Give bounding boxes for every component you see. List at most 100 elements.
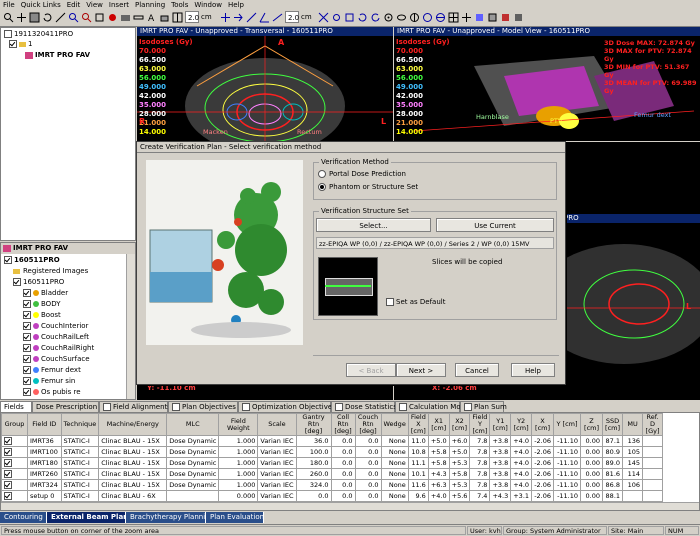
set-default-option[interactable]: Set as Default	[386, 298, 445, 306]
transversal-view[interactable]: IMRT PRO FAV - Unapproved - Transversal …	[137, 27, 393, 141]
table-row[interactable]: IMRT100 STATIC-I Clinac BLAU - 15X Dose Dyn…	[1, 446, 664, 458]
ruler-icon[interactable]	[133, 12, 144, 23]
structure-checkbox[interactable]	[23, 366, 31, 374]
tab-checkbox[interactable]	[464, 403, 472, 411]
column-header[interactable]: Y2 [cm]	[510, 413, 533, 436]
measure-icon[interactable]	[55, 12, 66, 23]
portal-dose-option[interactable]: Portal Dose Prediction	[318, 170, 406, 178]
phantom-radio[interactable]	[318, 183, 326, 191]
mode-tab-plan-evaluation[interactable]: Plan Evaluation	[206, 512, 264, 523]
menu-tools[interactable]: Tools	[168, 0, 191, 9]
isocenter-icon[interactable]	[331, 12, 342, 23]
snapshot-icon[interactable]	[120, 12, 131, 23]
group-cell[interactable]	[1, 457, 28, 469]
menu-edit[interactable]: Edit	[64, 0, 84, 9]
tab-checkbox[interactable]	[242, 403, 250, 411]
structure-checkbox[interactable]	[23, 333, 31, 341]
model-view[interactable]: IMRT PRO FAV - Unapproved - Model View -…	[394, 27, 700, 141]
zoom-out-icon[interactable]	[81, 12, 92, 23]
structure-icon[interactable]	[474, 12, 485, 23]
tab-plan-objectives[interactable]: Plan Objectives	[168, 401, 238, 412]
use-current-button[interactable]: Use Current	[436, 218, 554, 232]
column-header[interactable]: Z [cm]	[580, 413, 604, 436]
tab-fields[interactable]: Fields	[0, 401, 32, 412]
structure-row[interactable]: Femur sin	[23, 376, 75, 387]
column-header[interactable]: X1 [cm]	[427, 413, 450, 436]
menu-planning[interactable]: Planning	[132, 0, 168, 9]
column-header[interactable]: Y [cm]	[553, 413, 582, 436]
structure-checkbox[interactable]	[23, 289, 31, 297]
row-checkbox[interactable]	[4, 492, 12, 500]
column-header[interactable]: Technique	[60, 413, 100, 436]
row-checkbox[interactable]	[4, 470, 12, 478]
back-button[interactable]: < Back	[346, 363, 396, 377]
column-header[interactable]: Scale	[257, 413, 297, 436]
help-button[interactable]: Help	[511, 363, 555, 377]
select-button[interactable]: Select...	[316, 218, 431, 232]
column-header[interactable]: X [cm]	[531, 413, 555, 436]
column-header[interactable]: Field Weight	[218, 413, 259, 436]
column-header[interactable]: Coll Rtn [deg]	[330, 413, 356, 436]
fit-icon[interactable]	[94, 12, 105, 23]
structure-checkbox[interactable]	[23, 355, 31, 363]
tab-optimization-objectives[interactable]: Optimization Objectives	[238, 401, 336, 412]
column-header[interactable]: Field X [cm]	[407, 413, 429, 436]
structure-row[interactable]: CouchRailRight	[23, 343, 94, 354]
set-default-checkbox[interactable]	[386, 298, 394, 306]
structure-checkbox[interactable]	[23, 300, 31, 308]
tab-checkbox[interactable]	[103, 403, 111, 411]
cube-icon[interactable]	[487, 12, 498, 23]
structure-row[interactable]: Os pubis re	[23, 387, 81, 398]
structure-row[interactable]: CouchInterior	[23, 321, 88, 332]
arrow-right-icon[interactable]	[233, 12, 244, 23]
tree-image-row[interactable]: 160511PRO	[13, 277, 64, 288]
portal-dose-radio[interactable]	[318, 170, 326, 178]
menu-window[interactable]: Window	[191, 0, 225, 9]
structure-row[interactable]: Boost	[23, 310, 61, 321]
tab-plan-sum[interactable]: Plan Sum	[460, 401, 507, 412]
group-cell[interactable]	[1, 479, 28, 491]
tab-dose-prescription[interactable]: Dose Prescription	[32, 401, 99, 412]
column-header[interactable]: X2 [cm]	[448, 413, 471, 436]
table-scrollbar[interactable]	[1, 502, 699, 510]
grid-icon[interactable]	[448, 12, 459, 23]
structure-row[interactable]: PTV	[23, 398, 54, 399]
settings-icon[interactable]	[513, 12, 524, 23]
pan-icon[interactable]	[16, 12, 27, 23]
table-row[interactable]: IMRT324 STATIC-I Clinac BLAU - 15X Dose Dyn…	[1, 479, 664, 491]
column-header[interactable]: MLC	[166, 413, 220, 436]
menu-insert[interactable]: Insert	[106, 0, 132, 9]
structure-row[interactable]: Bladder	[23, 288, 68, 299]
row-checkbox[interactable]	[4, 459, 12, 467]
course-checkbox[interactable]	[4, 256, 12, 264]
compass-icon[interactable]	[409, 12, 420, 23]
print-icon[interactable]	[159, 12, 170, 23]
color-cube-icon[interactable]	[500, 12, 511, 23]
course-checkbox[interactable]	[9, 40, 17, 48]
annotation-icon[interactable]: A	[146, 12, 157, 23]
column-header[interactable]: Ref. D [Gy]	[642, 413, 664, 436]
image-checkbox[interactable]	[13, 278, 21, 286]
arrow-diag-icon[interactable]	[246, 12, 257, 23]
tree-plan-row[interactable]: IMRT PRO FAV	[25, 50, 90, 61]
line-icon[interactable]	[272, 12, 283, 23]
layout-icon[interactable]	[172, 12, 183, 23]
move-icon[interactable]	[220, 12, 231, 23]
menu-file[interactable]: File	[0, 0, 18, 9]
shape-icon[interactable]	[435, 12, 446, 23]
column-header[interactable]: SSD [cm]	[602, 413, 624, 436]
column-header[interactable]: Machine/Energy	[98, 413, 168, 436]
row-checkbox[interactable]	[4, 437, 12, 445]
cancel-button[interactable]: Cancel	[455, 363, 499, 377]
tree-course-row[interactable]: 160511PRO	[4, 255, 60, 266]
window-level-icon[interactable]	[29, 12, 40, 23]
zoom-icon[interactable]	[3, 12, 14, 23]
tab-calculation-models[interactable]: Calculation Models	[395, 401, 475, 412]
mode-tab-brachytherapy-planning[interactable]: Brachytherapy Planning	[126, 512, 214, 523]
field-icon[interactable]	[344, 12, 355, 23]
row-checkbox[interactable]	[4, 481, 12, 489]
move-point-icon[interactable]	[461, 12, 472, 23]
structure-checkbox[interactable]	[23, 322, 31, 330]
group-cell[interactable]	[1, 490, 28, 502]
mode-tab-external-beam-planning[interactable]: External Beam Planning	[47, 512, 146, 523]
